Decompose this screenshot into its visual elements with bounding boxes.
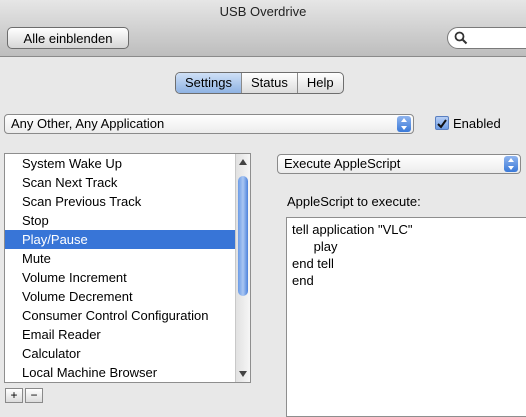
- popup-arrows-icon: [504, 156, 518, 172]
- list-item[interactable]: Play/Pause: [5, 230, 250, 249]
- tab-help[interactable]: Help: [298, 73, 343, 93]
- list-item[interactable]: Consumer Control Configuration: [5, 306, 250, 325]
- script-line: play: [292, 239, 338, 254]
- list-item[interactable]: System Wake Up: [5, 154, 250, 173]
- list-item[interactable]: Local Machine Browser: [5, 363, 250, 382]
- window-title: USB Overdrive: [219, 4, 307, 19]
- list-item[interactable]: Scan Next Track: [5, 173, 250, 192]
- application-popup[interactable]: Any Other, Any Application: [4, 114, 414, 134]
- script-label: AppleScript to execute:: [287, 194, 421, 209]
- enabled-checkbox[interactable]: [435, 116, 449, 130]
- action-popup[interactable]: Execute AppleScript: [277, 154, 521, 174]
- application-popup-value: Any Other, Any Application: [11, 116, 165, 131]
- show-all-button[interactable]: Alle einblenden: [7, 27, 129, 49]
- list-item[interactable]: Volume Decrement: [5, 287, 250, 306]
- enabled-label: Enabled: [453, 116, 501, 131]
- search-field[interactable]: [447, 27, 526, 49]
- list-item[interactable]: Scan Previous Track: [5, 192, 250, 211]
- list-item[interactable]: Calculator: [5, 344, 250, 363]
- list-item[interactable]: Mute: [5, 249, 250, 268]
- checkmark-icon: [437, 119, 447, 129]
- remove-item-button[interactable]: −: [25, 388, 43, 403]
- scroll-down-arrow-icon[interactable]: [238, 369, 248, 379]
- list-item[interactable]: Email Reader: [5, 325, 250, 344]
- action-popup-value: Execute AppleScript: [284, 156, 401, 171]
- list-item[interactable]: Stop: [5, 211, 250, 230]
- search-icon: [454, 31, 468, 45]
- tab-settings[interactable]: Settings: [176, 73, 242, 93]
- list-item[interactable]: Volume Increment: [5, 268, 250, 287]
- tab-status[interactable]: Status: [242, 73, 298, 93]
- script-editor[interactable]: tell application "VLC" play end tell end: [286, 217, 526, 417]
- list-scrollbar[interactable]: [235, 154, 250, 382]
- window-titlebar: USB Overdrive Alle einblenden: [0, 0, 526, 57]
- popup-arrows-icon: [397, 116, 411, 132]
- script-line: tell application "VLC": [292, 222, 413, 237]
- script-line: end: [292, 273, 314, 288]
- script-line: end tell: [292, 256, 334, 271]
- add-item-button[interactable]: +: [5, 388, 23, 403]
- scroll-thumb[interactable]: [238, 176, 248, 296]
- event-list[interactable]: System Wake Up Scan Next Track Scan Previo…: [4, 153, 251, 383]
- tab-bar: Settings Status Help: [175, 72, 344, 94]
- scroll-up-arrow-icon[interactable]: [238, 157, 248, 167]
